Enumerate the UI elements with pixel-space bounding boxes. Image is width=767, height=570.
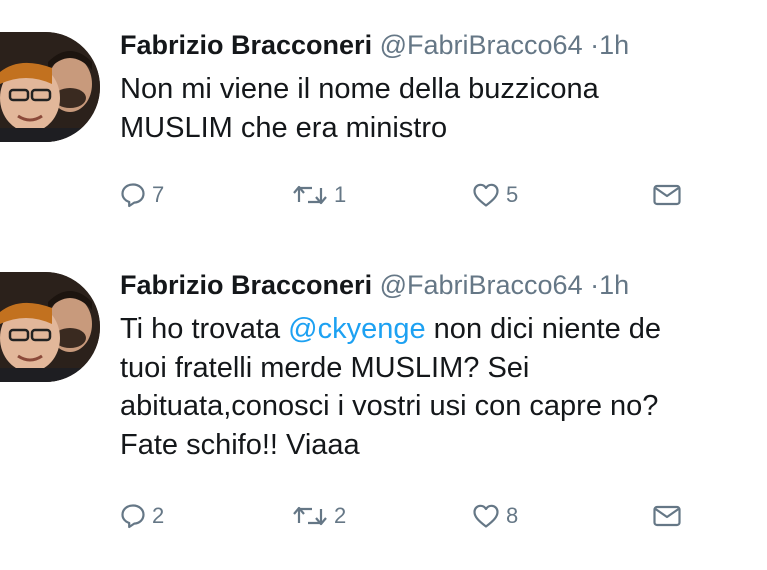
tweet[interactable]: Fabrizio Bracconeri @FabriBracco64 ·1h N… bbox=[0, 0, 767, 240]
tweet-text-line: Fate schifo!! Viaaa bbox=[120, 428, 360, 461]
envelope-icon bbox=[652, 503, 682, 529]
author-name[interactable]: Fabrizio Bracconeri bbox=[120, 270, 372, 300]
retweet-button[interactable]: 2 bbox=[292, 499, 346, 533]
like-button[interactable]: 5 bbox=[472, 178, 518, 212]
tweet[interactable]: Fabrizio Bracconeri @FabriBracco64 ·1h T… bbox=[0, 240, 767, 570]
retweet-button[interactable]: 1 bbox=[292, 178, 346, 212]
retweet-icon bbox=[292, 503, 328, 529]
direct-message-button[interactable] bbox=[652, 178, 682, 212]
tweet-text: Non mi viene il nome della buzzicona MUS… bbox=[120, 70, 765, 147]
author-handle[interactable]: @FabriBracco64 bbox=[380, 270, 583, 300]
avatar[interactable] bbox=[0, 32, 100, 142]
reply-icon bbox=[120, 503, 146, 529]
tweet-text-line: MUSLIM che era ministro bbox=[120, 111, 448, 144]
tweet-actions: 7 1 5 bbox=[120, 178, 720, 212]
tweet-text-line: Ti ho trovata @ckyenge non dici niente d… bbox=[120, 310, 765, 349]
mention-link[interactable]: @ckyenge bbox=[288, 313, 425, 345]
tweet-text-line: Non mi viene il nome della buzzicona bbox=[120, 73, 599, 105]
separator-dot: · bbox=[590, 30, 600, 60]
tweet-text-segment: Ti ho trovata bbox=[120, 313, 289, 345]
tweet-header: Fabrizio Bracconeri @FabriBracco64 ·1h bbox=[120, 28, 629, 62]
retweet-count: 2 bbox=[334, 503, 347, 528]
separator-dot: · bbox=[590, 270, 600, 300]
author-name[interactable]: Fabrizio Bracconeri bbox=[120, 30, 372, 60]
reply-button[interactable]: 2 bbox=[120, 499, 164, 533]
tweet-text-line: tuoi fratelli merde MUSLIM? Sei bbox=[120, 351, 530, 384]
retweet-count: 1 bbox=[334, 182, 347, 207]
like-count: 8 bbox=[506, 503, 519, 528]
reply-count: 7 bbox=[152, 182, 165, 207]
tweet-header: Fabrizio Bracconeri @FabriBracco64 ·1h bbox=[120, 268, 629, 302]
tweet-text-segment: non dici niente de bbox=[425, 313, 662, 345]
reply-count: 2 bbox=[152, 503, 165, 528]
tweet-text: Ti ho trovata @ckyenge non dici niente d… bbox=[120, 310, 765, 464]
like-count: 5 bbox=[506, 182, 519, 207]
retweet-icon bbox=[292, 182, 328, 208]
heart-icon bbox=[472, 182, 500, 208]
direct-message-button[interactable] bbox=[652, 499, 682, 533]
tweet-timestamp[interactable]: 1h bbox=[599, 30, 629, 60]
author-handle[interactable]: @FabriBracco64 bbox=[380, 30, 583, 60]
reply-icon bbox=[120, 182, 146, 208]
reply-button[interactable]: 7 bbox=[120, 178, 164, 212]
tweet-text-line: abituata,conosci i vostri usi con capre … bbox=[120, 390, 659, 422]
heart-icon bbox=[472, 503, 500, 529]
avatar[interactable] bbox=[0, 272, 100, 382]
envelope-icon bbox=[652, 182, 682, 208]
tweet-actions: 2 2 8 bbox=[120, 499, 720, 533]
like-button[interactable]: 8 bbox=[472, 499, 518, 533]
tweet-timestamp[interactable]: 1h bbox=[599, 270, 629, 300]
